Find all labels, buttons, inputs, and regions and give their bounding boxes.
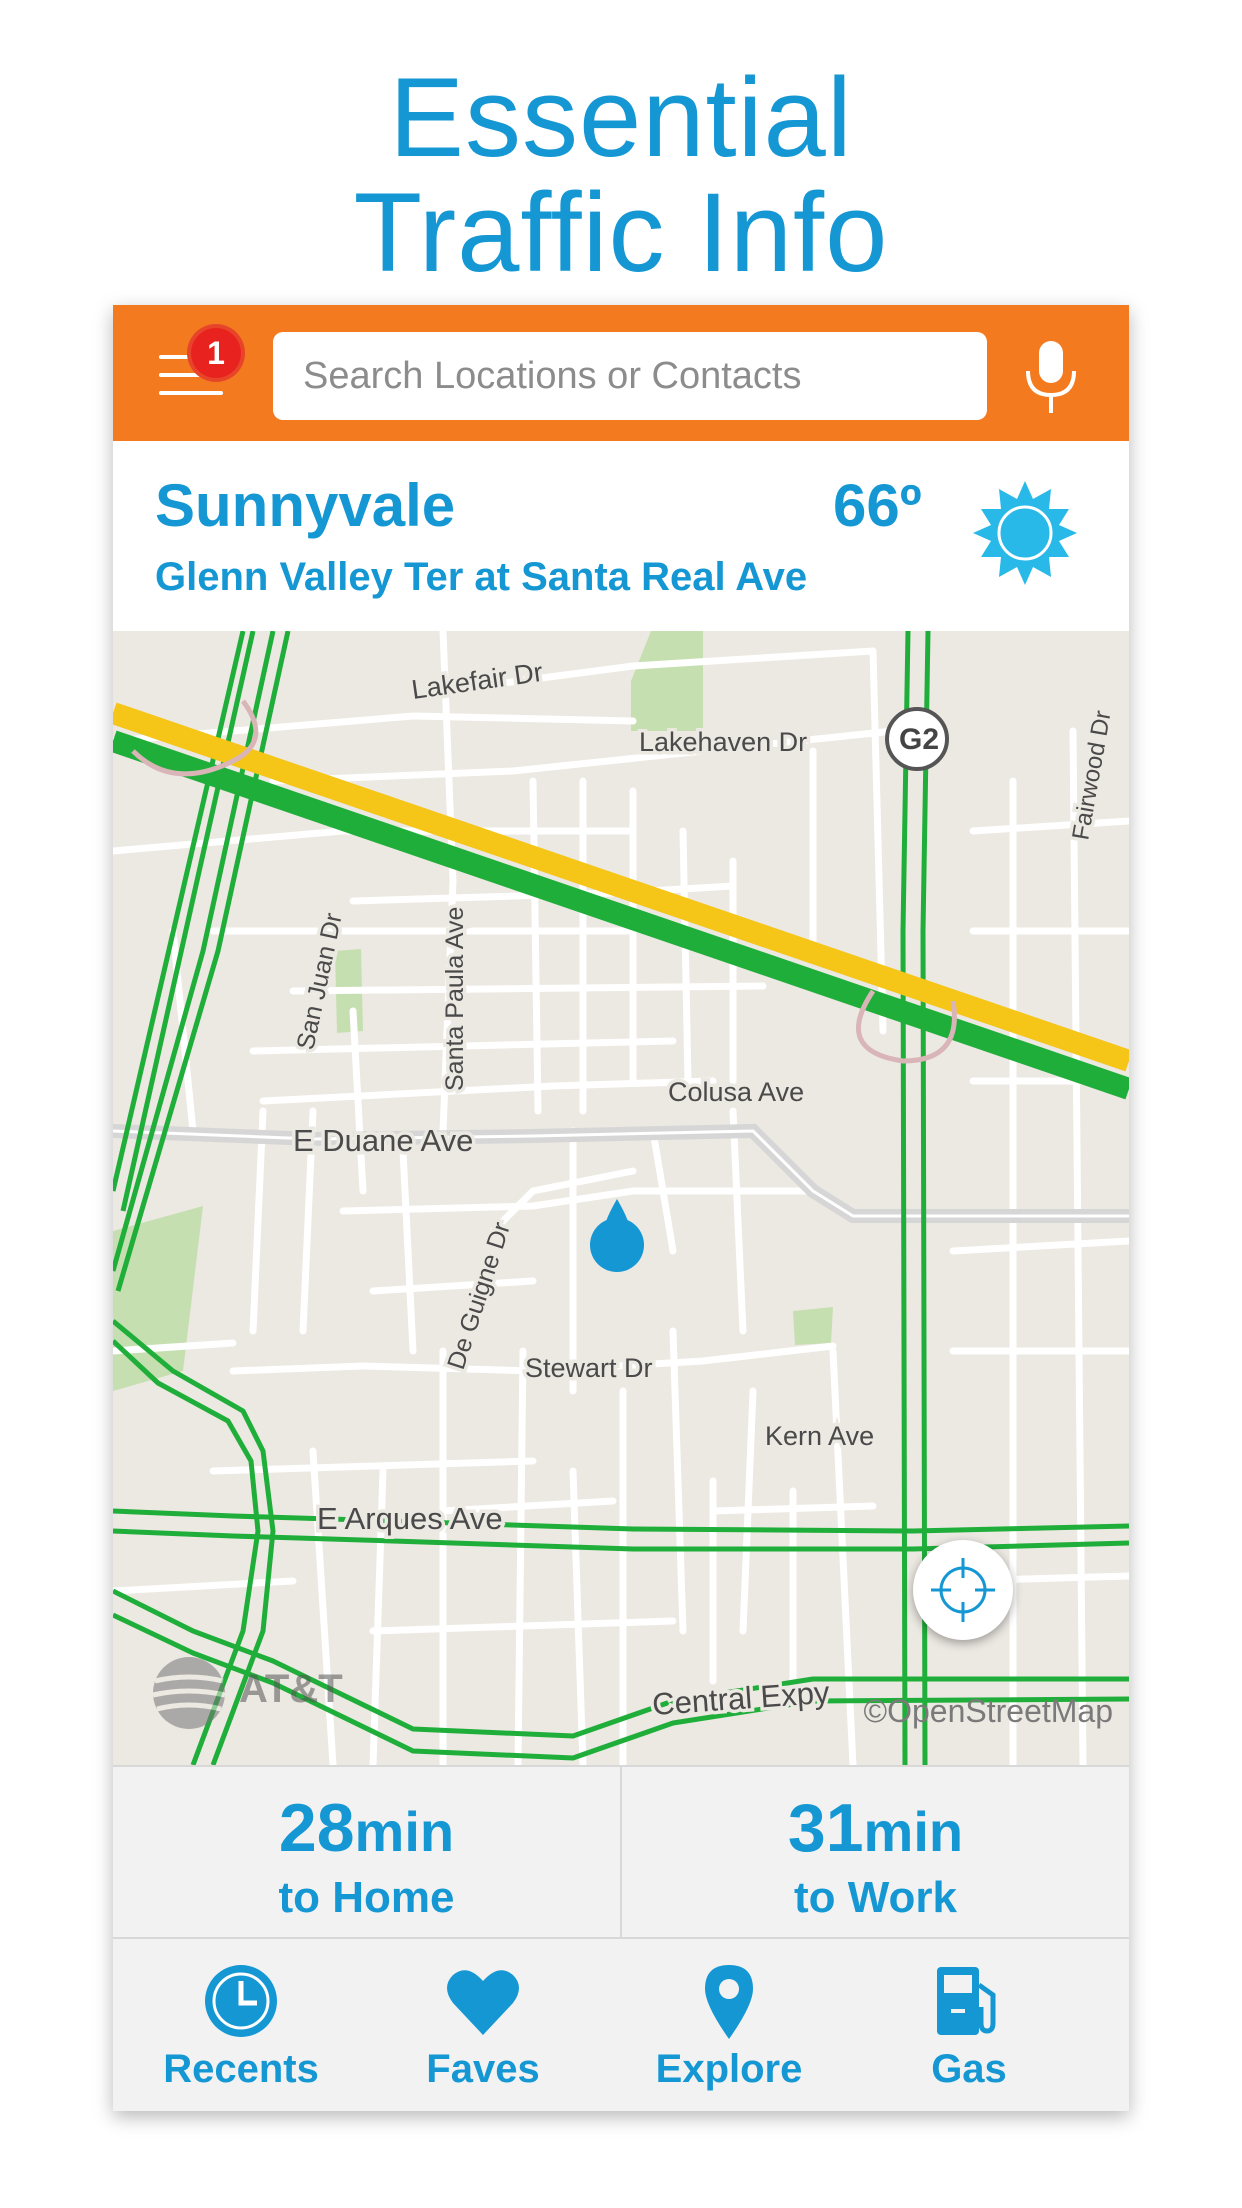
label-stewart: Stewart Dr [525,1353,653,1383]
eta-panel: 28min to Home 31min to Work [113,1765,1129,1939]
temperature: 66º [833,472,922,539]
promo-headline: Essential Traffic Info [0,62,1242,292]
label-colusa: Colusa Ave [668,1077,804,1107]
microphone-icon[interactable] [1020,337,1082,417]
att-globe-icon [152,1657,226,1729]
bottom-nav: Recents Faves Explore Gas [113,1937,1129,2111]
nav-explore[interactable]: Explore [629,1939,829,2111]
map-pin-icon [705,1965,753,2039]
carrier-name: AT&T [239,1667,343,1711]
nav-gas-label: Gas [931,2047,1007,2091]
weather-panel: Sunnyvale Glenn Valley Ter at Santa Real… [113,441,1129,631]
top-bar: 1 [113,305,1129,441]
label-santa-paula: Santa Paula Ave [441,907,469,1091]
promo-line-2: Traffic Info [353,170,889,295]
nav-recents[interactable]: Recents [141,1939,341,2111]
label-de-guigne: De Guigne Dr [442,1219,516,1373]
label-lakefair: Lakefair Dr [410,657,545,705]
hamburger-bar [159,391,223,395]
eta-home-unit: min [354,1800,455,1863]
nav-explore-label: Explore [655,2047,803,2091]
label-g2: G2 [899,723,939,756]
eta-work-label: to Work [794,1873,957,1922]
current-address: Glenn Valley Ter at Santa Real Ave [155,555,808,599]
gas-pump-icon [937,1967,996,2035]
heart-icon [447,1970,519,2035]
label-duane: E Duane Ave [293,1123,473,1158]
eta-home-time: 28min [113,1789,620,1867]
city-name: Sunnyvale [155,472,456,539]
eta-home[interactable]: 28min to Home [113,1767,622,1939]
label-central: Central Expy [651,1675,831,1722]
promo-line-1: Essential [389,55,853,180]
sun-icon [973,481,1077,585]
app-screen: 1 Sunnyvale Glenn Valley Ter at Santa Re… [113,305,1129,2111]
label-arques: E Arques Ave [317,1501,503,1536]
eta-work-value: 31 [787,1790,864,1866]
traffic-map[interactable]: Lakefair Dr Lakehaven Dr G2 Fairwood Dr … [113,631,1129,1765]
clock-icon [205,1965,277,2037]
crosshair-icon [931,1558,995,1622]
nav-gas[interactable]: Gas [869,1939,1069,2111]
eta-work[interactable]: 31min to Work [622,1767,1129,1939]
eta-home-label: to Home [278,1873,455,1922]
label-lakehaven: Lakehaven Dr [639,727,807,757]
map-attribution[interactable]: ©OpenStreetMap [864,1693,1113,1730]
carrier-logo: AT&T [149,1653,349,1737]
notification-badge: 1 [191,328,241,378]
eta-work-time: 31min [622,1789,1129,1867]
eta-work-unit: min [863,1800,964,1863]
eta-home-value: 28 [278,1790,355,1866]
nav-recents-label: Recents [163,2047,319,2091]
nav-faves-label: Faves [426,2047,540,2091]
nav-faves[interactable]: Faves [383,1939,583,2111]
current-location-pin [590,1199,644,1272]
search-input[interactable] [273,332,987,420]
label-kern: Kern Ave [765,1421,874,1451]
recenter-button[interactable] [913,1540,1013,1640]
